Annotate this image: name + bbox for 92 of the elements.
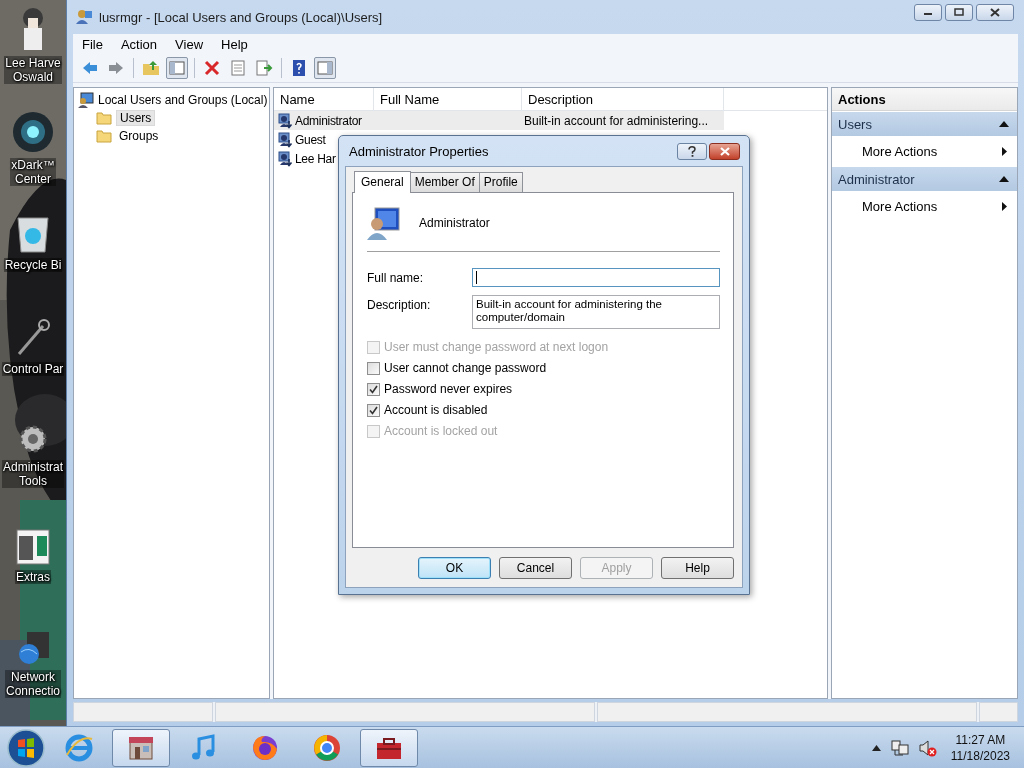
help-icon[interactable] xyxy=(290,59,308,77)
taskbar-button[interactable] xyxy=(112,728,170,767)
close-button[interactable] xyxy=(709,142,740,160)
action-link[interactable]: More Actions xyxy=(862,143,938,159)
user-icon xyxy=(278,150,294,167)
column-header[interactable]: Full Name xyxy=(374,88,522,110)
desktop-icon-label[interactable]: Network Connectio xyxy=(4,670,61,698)
collapse-icon xyxy=(999,121,1009,127)
clock[interactable]: 11:27 AM 11/18/2023 xyxy=(950,731,1010,764)
list-row[interactable]: Administrator Built-in account for administering... xyxy=(274,111,724,130)
checkbox[interactable] xyxy=(367,382,380,396)
menu-item[interactable]: File xyxy=(73,36,112,52)
user-monitor-icon xyxy=(367,206,401,240)
dialog-button[interactable]: Help xyxy=(661,557,734,579)
wheel-icon[interactable] xyxy=(312,732,342,763)
checkbox[interactable] xyxy=(367,361,380,375)
dialog-title: Administrator Properties xyxy=(349,143,490,159)
column-header[interactable]: Description xyxy=(522,88,724,110)
section-header[interactable]: Administrator xyxy=(832,167,1017,191)
orb-icon xyxy=(11,110,55,154)
computer-users-icon xyxy=(78,92,94,108)
maximize-button[interactable] xyxy=(945,3,973,21)
speaker-muted-icon[interactable] xyxy=(918,738,937,757)
check-icon xyxy=(369,384,378,394)
console-tree-icon[interactable] xyxy=(168,59,186,77)
table-cell: Lee Har xyxy=(295,151,336,166)
recycle-bin-icon xyxy=(15,214,51,254)
section-title: Administrator xyxy=(838,171,915,187)
network-icon[interactable] xyxy=(890,738,909,757)
column-header[interactable]: Name xyxy=(274,88,374,110)
action-link[interactable]: More Actions xyxy=(862,198,938,214)
window-title: lusrmgr - [Local Users and Groups (Local)\Users] xyxy=(99,9,384,25)
taskbar-button[interactable] xyxy=(360,728,418,767)
folder-icon xyxy=(96,111,112,125)
section-header[interactable]: Users xyxy=(832,112,1017,136)
input-field[interactable]: Built-in account for administering the computer/domain xyxy=(472,295,720,330)
desktop-icon-label[interactable]: Lee Harve Oswald xyxy=(4,56,62,84)
checkbox-label: Password never expires xyxy=(384,382,513,397)
folder-icon xyxy=(96,129,112,143)
checkbox-label: User cannot change password xyxy=(384,361,547,376)
tree-item[interactable]: Groups xyxy=(116,129,162,143)
user-icon xyxy=(278,131,294,148)
user-name: Administrator xyxy=(419,216,490,230)
close-icon xyxy=(719,146,730,156)
checkbox-label: Account is disabled xyxy=(384,403,488,418)
tab[interactable]: Profile xyxy=(478,172,523,192)
folder-up-icon[interactable] xyxy=(142,59,160,77)
check-icon xyxy=(369,405,378,415)
field-label: Full name: xyxy=(367,270,425,287)
collapse-icon xyxy=(999,176,1009,182)
table-cell: Guest xyxy=(295,132,326,147)
desktop-icon-label[interactable]: Administrat Tools xyxy=(2,460,64,488)
tab[interactable]: General xyxy=(354,171,411,193)
users-icon xyxy=(75,8,93,26)
dialog-button[interactable]: OK xyxy=(418,557,491,579)
restore-icon xyxy=(954,8,964,16)
checkbox-label: Account is locked out xyxy=(384,424,498,439)
delete-icon[interactable] xyxy=(203,59,221,77)
checkbox-label: User must change password at next logon xyxy=(384,340,609,355)
tab[interactable]: Member Of xyxy=(409,172,480,192)
field-label: Description: xyxy=(367,297,432,315)
menu-item[interactable]: Action xyxy=(111,36,167,52)
checkbox[interactable] xyxy=(367,403,380,417)
tree-item[interactable]: Users xyxy=(116,110,156,126)
help-button[interactable] xyxy=(677,142,707,160)
export-list-icon[interactable] xyxy=(255,59,273,77)
close-icon xyxy=(990,7,1000,17)
section-title: Users xyxy=(838,116,872,132)
menu-item[interactable]: View xyxy=(166,36,213,52)
submenu-arrow-icon xyxy=(1002,146,1007,156)
dialog-button[interactable]: Cancel xyxy=(499,557,572,579)
minimize-button[interactable] xyxy=(914,3,942,21)
action-pane-icon[interactable] xyxy=(316,59,334,77)
box-icon xyxy=(13,526,53,566)
back-arrow-icon[interactable] xyxy=(81,59,99,77)
question-icon xyxy=(688,145,696,157)
clock-date: 11/18/2023 xyxy=(950,747,1010,764)
tree-item[interactable]: Local Users and Groups (Local) xyxy=(98,93,268,107)
desktop-icon-label[interactable]: xDark™ Center xyxy=(10,158,56,186)
input-field[interactable] xyxy=(472,268,720,288)
clock-time: 11:27 AM xyxy=(955,731,1006,748)
submenu-arrow-icon xyxy=(1002,201,1007,211)
close-button[interactable] xyxy=(976,3,1014,21)
start-orb-icon[interactable] xyxy=(6,727,46,768)
desktop-icon-label[interactable]: Control Par xyxy=(1,362,65,376)
forward-arrow-icon[interactable] xyxy=(107,59,125,77)
user-icon xyxy=(278,112,294,129)
table-cell: Administrator xyxy=(295,113,362,128)
menu-item[interactable]: Help xyxy=(212,36,257,52)
pane-header: Actions xyxy=(832,88,1017,111)
table-cell: Built-in account for administering... xyxy=(524,113,709,128)
show-hidden-icons-icon[interactable] xyxy=(871,744,881,751)
